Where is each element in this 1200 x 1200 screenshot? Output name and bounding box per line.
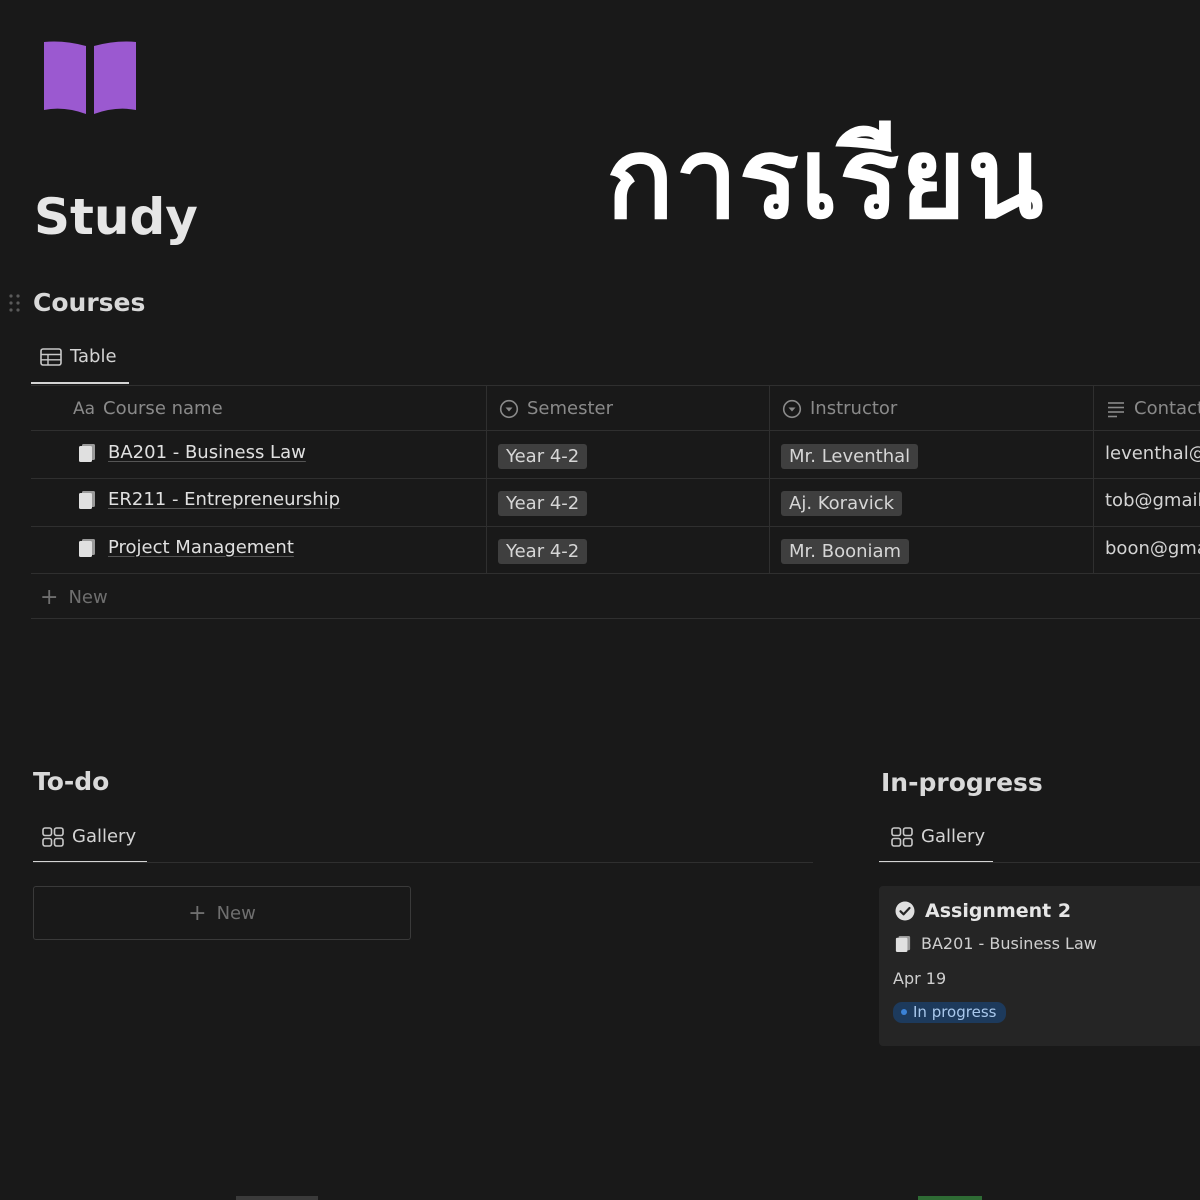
table-bottom-border [31,618,1200,619]
page-icon [79,538,95,557]
contact-cell[interactable]: tob@gmail [1105,490,1200,511]
table-row-name[interactable]: BA201 - Business Law [78,442,306,463]
semester-cell[interactable]: Year 4-2 [498,491,588,516]
text-lines-icon [1108,401,1124,417]
table-row-border [31,526,1200,527]
overlay-title: การเรียน [606,114,1045,244]
semester-tag: Year 4-2 [498,539,588,564]
table-icon [40,347,62,366]
status-dot-icon [901,1009,907,1015]
semester-tag: Year 4-2 [498,491,588,516]
new-row-label: New [68,587,108,608]
gallery-new-button[interactable]: + New [33,886,411,940]
column-header-instructor[interactable]: Instructor [782,398,897,419]
card-title: Assignment 2 [895,900,1071,922]
instructor-cell[interactable]: Mr. Leventhal [781,444,919,469]
semester-tag: Year 4-2 [498,444,588,469]
gallery-icon [891,826,913,847]
gallery-card[interactable]: Assignment 2 BA201 - Business Law Apr 19… [879,886,1200,1046]
column-divider [769,385,770,573]
column-divider [486,385,487,573]
column-divider [1093,385,1094,573]
select-property-icon [782,399,802,418]
semester-cell[interactable]: Year 4-2 [498,444,588,469]
tab-gallery-in-progress[interactable]: Gallery [891,826,985,847]
course-name: BA201 - Business Law [108,442,306,463]
course-name: Project Management [108,537,294,558]
plus-icon: + [188,900,207,926]
card-relation[interactable]: BA201 - Business Law [895,934,1097,953]
tab-table[interactable]: Table [40,346,117,367]
table-row-border [31,573,1200,574]
course-name: ER211 - Entrepreneurship [108,489,341,510]
table-row-name[interactable]: Project Management [78,537,294,558]
column-header-contact[interactable]: Contact [1106,398,1200,419]
instructor-cell[interactable]: Aj. Koravick [781,491,903,516]
instructor-tag: Mr. Leventhal [781,444,919,469]
bottom-scroll-indicator [918,1196,982,1200]
in-progress-title: In-progress [881,768,1043,797]
gallery-new-label: New [216,902,256,924]
card-date: Apr 19 [893,969,947,988]
bottom-scroll-indicator [236,1196,318,1200]
table-header-border [31,430,1200,431]
column-header-label: Instructor [810,398,898,419]
table-top-border [31,385,1200,386]
card-relation-text: BA201 - Business Law [921,934,1097,953]
text-property-icon: Aa [73,398,96,419]
book-icon [44,41,136,114]
page-icon [79,490,95,509]
section-divider [33,862,813,863]
gallery-icon [42,826,64,847]
table-row-name[interactable]: ER211 - Entrepreneurship [78,489,340,510]
status-label: In progress [913,1003,997,1021]
tab-table-label: Table [70,346,117,367]
status-badge: In progress [893,1002,1007,1023]
column-header-label: Contact [1134,398,1200,419]
todo-title: To-do [33,767,110,796]
card-title-text: Assignment 2 [925,900,1072,922]
tab-gallery-label: Gallery [72,826,137,847]
contact-cell[interactable]: boon@gma [1105,538,1200,559]
instructor-cell[interactable]: Mr. Booniam [781,539,910,564]
column-header-label: Semester [527,398,614,419]
tab-underline [31,382,129,384]
tab-gallery-todo[interactable]: Gallery [42,826,136,847]
column-header-label: Course name [103,398,223,419]
courses-title: Courses [33,288,146,317]
check-circle-icon [895,901,915,921]
page-icon [895,935,911,952]
plus-icon: + [40,585,59,610]
new-row-button[interactable]: + New [40,585,108,610]
tab-gallery-label: Gallery [921,826,986,847]
section-divider [879,862,1200,863]
instructor-tag: Mr. Booniam [781,539,910,564]
instructor-tag: Aj. Koravick [781,491,903,516]
table-row-border [31,478,1200,479]
column-header-course-name[interactable]: Aa Course name [73,398,223,419]
contact-cell[interactable]: leventhal@ [1105,443,1200,464]
page-title: Study [34,188,198,246]
select-property-icon [499,399,519,418]
page-icon [79,443,95,462]
column-header-semester[interactable]: Semester [499,398,613,419]
semester-cell[interactable]: Year 4-2 [498,539,588,564]
drag-handle-icon[interactable] [8,292,22,316]
